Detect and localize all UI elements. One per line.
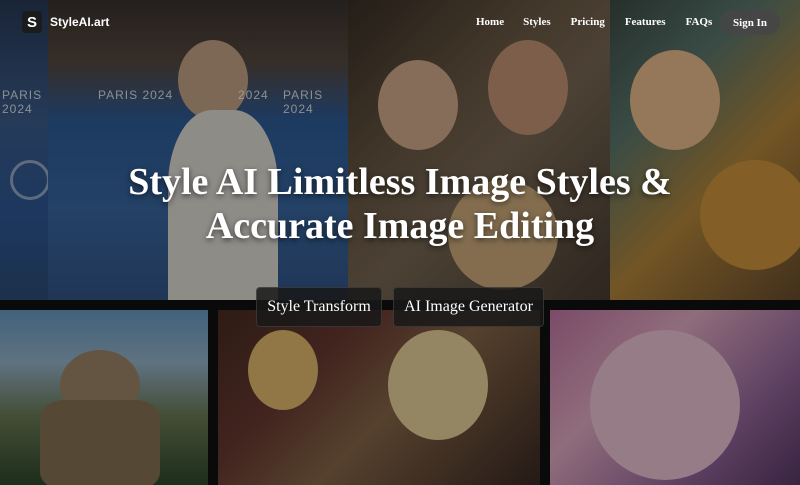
brand[interactable]: S StyleAI.art bbox=[22, 11, 109, 33]
nav-link-pricing[interactable]: Pricing bbox=[571, 16, 605, 28]
top-nav: S StyleAI.art Home Styles Pricing Featur… bbox=[0, 0, 800, 46]
ai-image-generator-button[interactable]: AI Image Generator bbox=[393, 287, 544, 327]
nav-link-home[interactable]: Home bbox=[476, 16, 504, 28]
nav-link-styles[interactable]: Styles bbox=[523, 16, 551, 28]
sign-in-button[interactable]: Sign In bbox=[720, 10, 780, 35]
brand-name: StyleAI.art bbox=[50, 15, 110, 29]
hero-title: Style AI Limitless Image Styles & Accura… bbox=[128, 161, 672, 247]
nav-links: Home Styles Pricing Features FAQs bbox=[476, 16, 712, 28]
style-transform-button[interactable]: Style Transform bbox=[256, 287, 382, 327]
nav-link-faqs[interactable]: FAQs bbox=[686, 16, 713, 28]
logo-icon: S bbox=[22, 11, 42, 33]
nav-link-features[interactable]: Features bbox=[625, 16, 666, 28]
